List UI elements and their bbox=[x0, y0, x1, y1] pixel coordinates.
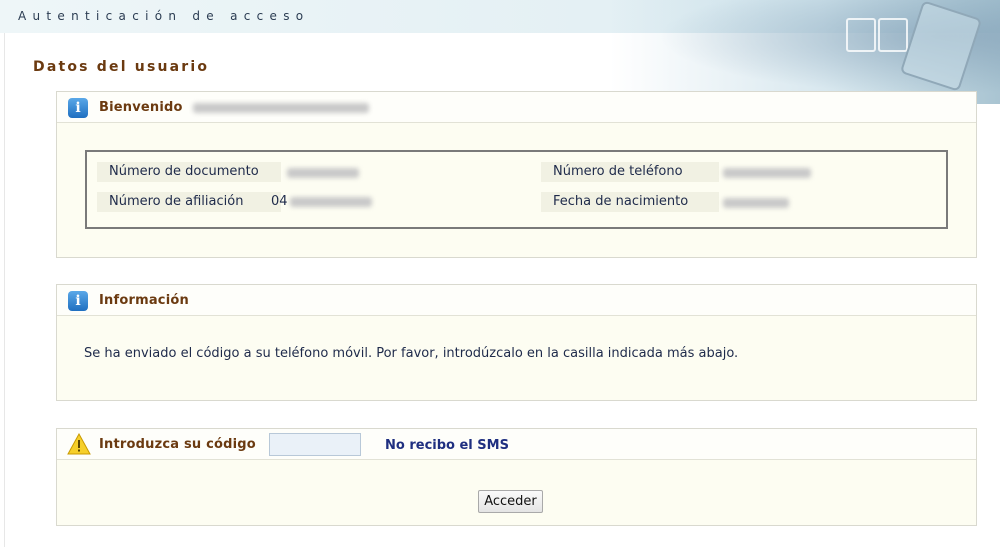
warning-icon bbox=[67, 433, 91, 455]
document-value-redacted bbox=[287, 165, 359, 180]
info-title: Información bbox=[99, 293, 189, 308]
phone-value-redacted bbox=[723, 165, 811, 180]
welcome-panel-header: i Bienvenido bbox=[57, 92, 976, 123]
info-icon: i bbox=[68, 291, 88, 311]
code-panel-header: Introduzca su código No recibo el SMS bbox=[57, 429, 976, 460]
screen-graphic bbox=[878, 18, 908, 52]
birth-date-value-redacted bbox=[723, 195, 789, 210]
code-input[interactable] bbox=[269, 433, 361, 456]
document-label: Número de documento bbox=[97, 162, 281, 182]
info-panel-header: i Información bbox=[57, 285, 976, 316]
code-title: Introduzca su código bbox=[99, 437, 256, 452]
phone-label: Número de teléfono bbox=[541, 162, 719, 182]
welcome-label: Bienvenido bbox=[99, 100, 183, 115]
submit-button[interactable]: Acceder bbox=[478, 490, 543, 513]
welcome-panel: i Bienvenido Número de documento Número … bbox=[56, 91, 977, 258]
code-panel: Introduzca su código No recibo el SMS Ac… bbox=[56, 428, 977, 526]
affiliation-prefix: 04 bbox=[271, 194, 288, 209]
screen-graphic bbox=[846, 18, 876, 52]
user-details-box: Número de documento Número de teléfono N… bbox=[85, 150, 948, 229]
affiliation-value-redacted bbox=[289, 196, 372, 207]
info-panel: i Información Se ha enviado el código a … bbox=[56, 284, 977, 401]
header-banner-image bbox=[610, 0, 1000, 104]
mobile-device-graphic bbox=[899, 0, 983, 92]
header-title: Autenticación de acceso bbox=[18, 9, 310, 23]
no-sms-link[interactable]: No recibo el SMS bbox=[385, 438, 509, 453]
info-message: Se ha enviado el código a su teléfono mó… bbox=[84, 346, 739, 361]
affiliation-label: Número de afiliación bbox=[97, 192, 281, 212]
user-name-redacted bbox=[193, 102, 370, 113]
birth-date-label: Fecha de nacimiento bbox=[541, 192, 719, 212]
section-title: Datos del usuario bbox=[33, 59, 210, 75]
info-icon: i bbox=[68, 98, 88, 118]
welcome-title: Bienvenido bbox=[99, 100, 370, 115]
affiliation-value: 04 bbox=[271, 194, 372, 209]
left-border-line bbox=[4, 33, 5, 547]
